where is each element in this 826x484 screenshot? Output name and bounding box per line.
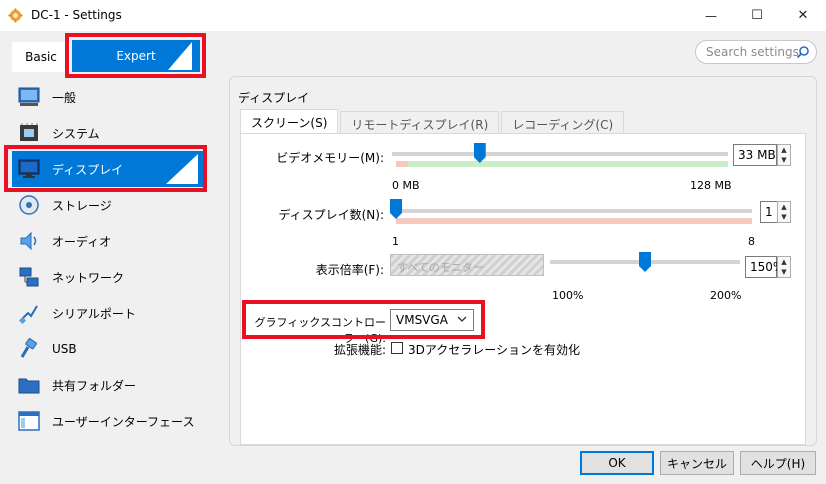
video-memory-spin-buttons[interactable]: ▲ ▼: [777, 144, 791, 166]
usb-icon: [16, 336, 42, 362]
video-memory-value: 33 MB: [738, 148, 776, 162]
sidebar-item-label: ユーザーインターフェース: [52, 414, 195, 429]
sidebar-item-serial-port[interactable]: シリアルポート: [12, 295, 204, 331]
minimize-icon: —: [705, 8, 717, 23]
video-memory-slider-green-zone: [408, 161, 728, 167]
spin-down-icon: ▼: [781, 213, 787, 221]
search-placeholder: Search settings: [706, 45, 799, 59]
graphics-controller-highlight-box: [242, 300, 485, 339]
tab-recording[interactable]: レコーディング(C): [501, 111, 625, 133]
section-title: ディスプレイ: [238, 91, 310, 105]
spin-down-icon: ▼: [781, 268, 787, 276]
sidebar-item-label: USB: [52, 342, 77, 356]
sidebar-item-label: 一般: [52, 90, 77, 105]
monitor-select-value: すべてのモニター: [397, 261, 484, 274]
expert-highlight-box: [65, 33, 206, 78]
sidebar-item-general[interactable]: 一般: [12, 79, 204, 115]
monitor-count-spin-buttons[interactable]: ▲ ▼: [777, 201, 791, 223]
display-highlight-box: [4, 145, 207, 192]
minimize-button[interactable]: —: [688, 0, 734, 31]
window-title: DC-1 - Settings: [31, 8, 122, 22]
monitor-count-min-label: 1: [392, 235, 399, 248]
cancel-button[interactable]: キャンセル: [660, 451, 734, 475]
sidebar-item-label: ネットワーク: [52, 270, 125, 285]
sidebar-item-audio[interactable]: オーディオ: [12, 223, 204, 259]
monitor-count-max-label: 8: [748, 235, 755, 248]
basic-mode-button[interactable]: Basic: [12, 42, 70, 72]
monitor-count-label: ディスプレイ数(N):: [278, 208, 384, 222]
tab-label: スクリーン(S): [251, 116, 328, 130]
scale-factor-spinbox[interactable]: 150%: [745, 256, 784, 278]
video-memory-slider-red-zone: [396, 161, 408, 167]
sidebar-item-usb[interactable]: USB: [12, 331, 204, 367]
tab-bar: スクリーン(S) リモートディスプレイ(R) レコーディング(C): [240, 109, 626, 133]
help-label: ヘルプ(H): [750, 456, 806, 471]
cancel-label: キャンセル: [666, 456, 727, 471]
basic-mode-label: Basic: [25, 50, 57, 64]
serial-port-icon: [16, 300, 42, 326]
3d-acceleration-checkbox[interactable]: [391, 342, 403, 354]
ok-button[interactable]: OK: [580, 451, 654, 475]
spin-down-icon: ▼: [781, 156, 787, 164]
spin-up-icon: ▲: [781, 203, 787, 211]
virtualbox-gear-icon: [8, 8, 23, 23]
monitor-count-value: 1: [765, 205, 773, 219]
video-memory-slider[interactable]: [392, 152, 728, 156]
tab-remote-display[interactable]: リモートディスプレイ(R): [340, 111, 500, 133]
maximize-button[interactable]: ☐: [734, 0, 780, 31]
video-memory-spinbox[interactable]: 33 MB: [733, 144, 777, 166]
tab-screen[interactable]: スクリーン(S): [240, 109, 339, 133]
scale-factor-label: 表示倍率(F):: [315, 263, 384, 277]
scale-factor-spin-buttons[interactable]: ▲ ▼: [777, 256, 791, 278]
sidebar-item-label: ストレージ: [52, 198, 112, 213]
sidebar-item-network[interactable]: ネットワーク: [12, 259, 204, 295]
sidebar-item-shared-folders[interactable]: 共有フォルダー: [12, 367, 204, 403]
sidebar-item-label: シリアルポート: [52, 306, 136, 321]
close-icon: ✕: [797, 8, 809, 23]
tab-label: レコーディング(C): [512, 118, 614, 132]
scale-factor-max-label: 200%: [710, 289, 742, 302]
video-memory-label: ビデオメモリー(M):: [276, 151, 384, 165]
maximize-icon: ☐: [751, 8, 763, 23]
video-memory-min-label: 0 MB: [392, 179, 420, 192]
system-chip-icon: [16, 120, 42, 146]
close-button[interactable]: ✕: [780, 0, 826, 31]
spin-up-icon: ▲: [781, 258, 787, 266]
scale-factor-min-label: 100%: [552, 289, 584, 302]
sidebar-item-label: システム: [52, 126, 100, 141]
sidebar-item-label: 共有フォルダー: [52, 378, 137, 393]
user-interface-icon: [16, 408, 42, 434]
monitor-count-spinbox[interactable]: 1: [760, 201, 778, 223]
help-button[interactable]: ヘルプ(H): [740, 451, 816, 475]
tab-label: リモートディスプレイ(R): [351, 118, 489, 132]
ok-label: OK: [608, 456, 626, 470]
sidebar-item-user-interface[interactable]: ユーザーインターフェース: [12, 403, 204, 439]
video-memory-max-label: 128 MB: [690, 179, 732, 192]
monitor-count-slider[interactable]: [392, 209, 752, 213]
spin-up-icon: ▲: [781, 146, 787, 154]
search-icon: [796, 46, 809, 59]
shared-folder-icon: [16, 372, 42, 398]
network-icon: [16, 264, 42, 290]
3d-acceleration-label: 3Dアクセラレーションを有効化: [408, 343, 581, 357]
extended-features-label: 拡張機能:: [333, 343, 386, 357]
sidebar-item-label: オーディオ: [52, 234, 112, 249]
monitor-select-combo[interactable]: すべてのモニター: [390, 254, 544, 276]
general-icon: [16, 84, 42, 110]
monitor-count-slider-red-zone: [396, 218, 752, 224]
audio-speaker-icon: [16, 228, 42, 254]
storage-disk-icon: [16, 192, 42, 218]
sidebar-item-storage[interactable]: ストレージ: [12, 187, 204, 223]
